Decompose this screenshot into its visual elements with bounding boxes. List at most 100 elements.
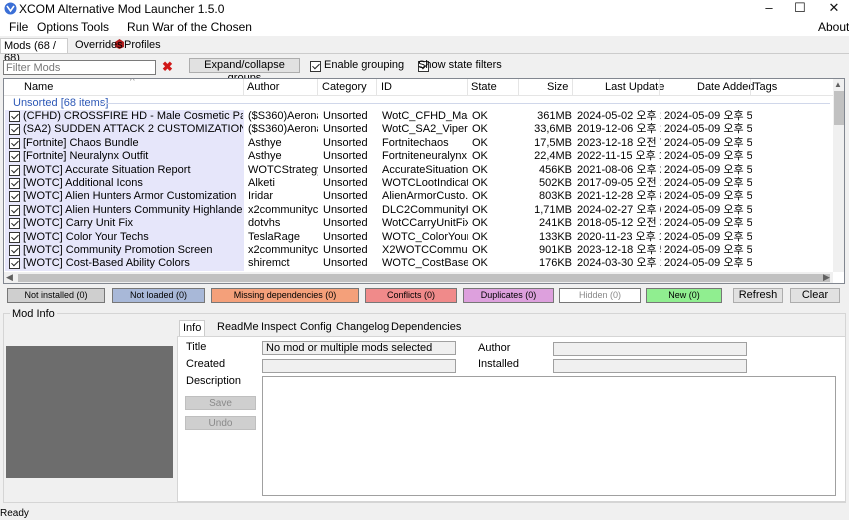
menu-file[interactable]: File (9, 20, 28, 34)
scroll-right-icon[interactable]: ▶ (823, 272, 830, 283)
row-state: OK (472, 230, 488, 243)
state-filter-button[interactable]: New (0) (646, 288, 722, 303)
filter-mods-input[interactable] (3, 60, 156, 75)
minimize-button[interactable]: – (754, 0, 784, 18)
tab-changelog[interactable]: Changelog (333, 320, 392, 336)
table-row[interactable]: [Fortnite] Chaos Bundle Asthye Unsorted For… (5, 136, 830, 151)
tab-readme[interactable]: ReadMe (214, 320, 262, 336)
mod-enabled-checkbox[interactable] (9, 151, 20, 163)
state-filter-button[interactable]: Not installed (0) (7, 288, 105, 303)
mod-enabled-checkbox[interactable] (9, 245, 20, 256)
mod-enabled-checkbox[interactable] (9, 191, 20, 203)
row-category: Unsorted (323, 136, 368, 149)
scroll-up-icon[interactable]: ▲ (834, 80, 842, 89)
scroll-left-icon[interactable]: ◀ (6, 272, 13, 283)
mod-enabled-checkbox[interactable] (9, 124, 20, 136)
mod-enabled-checkbox[interactable] (9, 178, 20, 189)
table-row[interactable]: [WOTC] Carry Unit Fix dotvhs Unsorted WotCC… (5, 217, 830, 231)
column-state[interactable]: State (471, 79, 497, 96)
table-row[interactable]: [WOTC] Community Promotion Screen x2commu… (5, 244, 830, 258)
menu-options[interactable]: Options (37, 20, 78, 34)
column-last-update[interactable]: Last Update (605, 79, 664, 96)
tab-mods[interactable]: Mods (68 / 68) (0, 38, 68, 64)
clear-filter-icon[interactable]: ✖ (162, 59, 173, 75)
row-author: Alketi (248, 177, 275, 189)
group-header[interactable]: Unsorted [68 items] (13, 97, 108, 109)
close-button[interactable]: ✕ (819, 0, 849, 18)
table-row[interactable]: [WOTC] Accurate Situation Report WOTCStra… (5, 163, 830, 177)
undo-button[interactable]: Undo (185, 416, 256, 430)
tab-dependencies[interactable]: Dependencies (388, 320, 464, 336)
column-tags[interactable]: Tags (754, 79, 777, 96)
row-state: OK (472, 110, 488, 122)
row-category: Unsorted (323, 123, 368, 136)
title-label: Title (186, 341, 207, 353)
enable-grouping-checkbox[interactable] (310, 61, 321, 72)
menu-about[interactable]: About (818, 20, 849, 34)
tab-overrides[interactable]: Overrides (72, 38, 126, 53)
row-name: [WOTC] Accurate Situation Report (23, 163, 191, 176)
author-field (553, 342, 747, 356)
mod-enabled-checkbox[interactable] (9, 231, 20, 243)
maximize-button[interactable]: ☐ (785, 0, 815, 18)
column-date-added[interactable]: Date Added (697, 79, 755, 96)
state-filter-button[interactable]: Not loaded (0) (112, 288, 205, 303)
expand-collapse-button[interactable]: Expand/collapse groups (189, 58, 300, 84)
mod-enabled-checkbox[interactable] (9, 111, 20, 122)
clear-button[interactable]: Clear (790, 288, 840, 303)
menu-tools[interactable]: Tools (81, 20, 109, 34)
state-filter-button[interactable]: Duplicates (0) (463, 288, 554, 303)
mod-enabled-checkbox[interactable] (9, 204, 20, 216)
table-row[interactable]: (SA2) SUDDEN ATTACK 2 CUSTOMIZATION PAC.… (5, 123, 830, 137)
column-name[interactable]: Name (24, 79, 53, 96)
refresh-button[interactable]: Refresh (733, 288, 783, 303)
row-name: [WOTC] Carry Unit Fix (23, 217, 133, 230)
vertical-scroll-thumb[interactable] (834, 91, 844, 125)
tab-inspect[interactable]: Inspect (258, 320, 299, 336)
row-last-update: 2018-05-12 오전 3:... (577, 217, 661, 230)
state-filter-button[interactable]: Conflicts (0) (365, 288, 457, 303)
column-category[interactable]: Category (322, 79, 367, 96)
table-row[interactable]: [WOTC] Alien Hunters Armor Customization… (5, 190, 830, 204)
table-row[interactable]: [WOTC] Cost-Based Ability Colors shiremct… (5, 257, 830, 271)
row-last-update: 2023-12-18 오전 7:... (577, 136, 661, 149)
row-author: x2communityc... (248, 203, 318, 216)
row-size: 1,71MB (534, 203, 572, 216)
row-author: WOTCStrategy... (248, 163, 318, 176)
mod-enabled-checkbox[interactable] (9, 258, 20, 270)
mod-list[interactable]: Name ^ Author Category ID State Size Las… (3, 78, 845, 284)
horizontal-scroll-thumb[interactable] (18, 274, 830, 282)
state-filter-button[interactable]: Hidden (0) (559, 288, 641, 303)
status-bar: Ready (0, 508, 849, 520)
mod-enabled-checkbox[interactable] (9, 218, 20, 230)
column-author[interactable]: Author (247, 79, 279, 96)
table-row[interactable]: [Fortnite] Neuralynx Outfit Asthye Unsorte… (5, 150, 830, 164)
row-name: [WOTC] Community Promotion Screen (23, 244, 213, 256)
row-id: WotCCarryUnitFix (382, 217, 468, 230)
row-category: Unsorted (323, 177, 368, 189)
description-field[interactable] (262, 376, 836, 496)
state-filter-button[interactable]: Missing dependencies (0) (211, 288, 359, 303)
tab-info[interactable]: Info (179, 320, 206, 336)
row-state: OK (472, 163, 488, 176)
row-date-added: 2024-05-09 오후 5:... (664, 123, 752, 136)
row-id: AlienArmorCusto... (382, 190, 468, 203)
save-button[interactable]: Save (185, 396, 256, 410)
table-row[interactable]: [WOTC] Color Your Techs TeslaRage Unsorted… (5, 230, 830, 244)
tab-config[interactable]: Config (297, 320, 335, 336)
column-size[interactable]: Size (547, 79, 568, 96)
column-id[interactable]: ID (381, 79, 392, 96)
tab-profiles[interactable]: Profiles (121, 38, 164, 53)
row-id: WOTCLootIndicator (382, 177, 468, 189)
mod-enabled-checkbox[interactable] (9, 137, 20, 149)
row-date-added: 2024-05-09 오후 5:... (664, 136, 752, 149)
column-divider (572, 79, 573, 96)
table-row[interactable]: [WOTC] Additional Icons Alketi Unsorted WOT… (5, 177, 830, 191)
show-state-filters-label: Show state filters (418, 59, 502, 71)
row-date-added: 2024-05-09 오후 5:... (664, 203, 752, 216)
mod-enabled-checkbox[interactable] (9, 164, 20, 176)
table-row[interactable]: [WOTC] Alien Hunters Community Highlande… (5, 203, 830, 218)
table-row[interactable]: (CFHD) CROSSFIRE HD - Male Cosmetic Pack… (5, 110, 830, 124)
menu-run-chosen[interactable]: Run War of the Chosen (127, 20, 252, 34)
mod-info-label: Mod Info (10, 308, 57, 320)
